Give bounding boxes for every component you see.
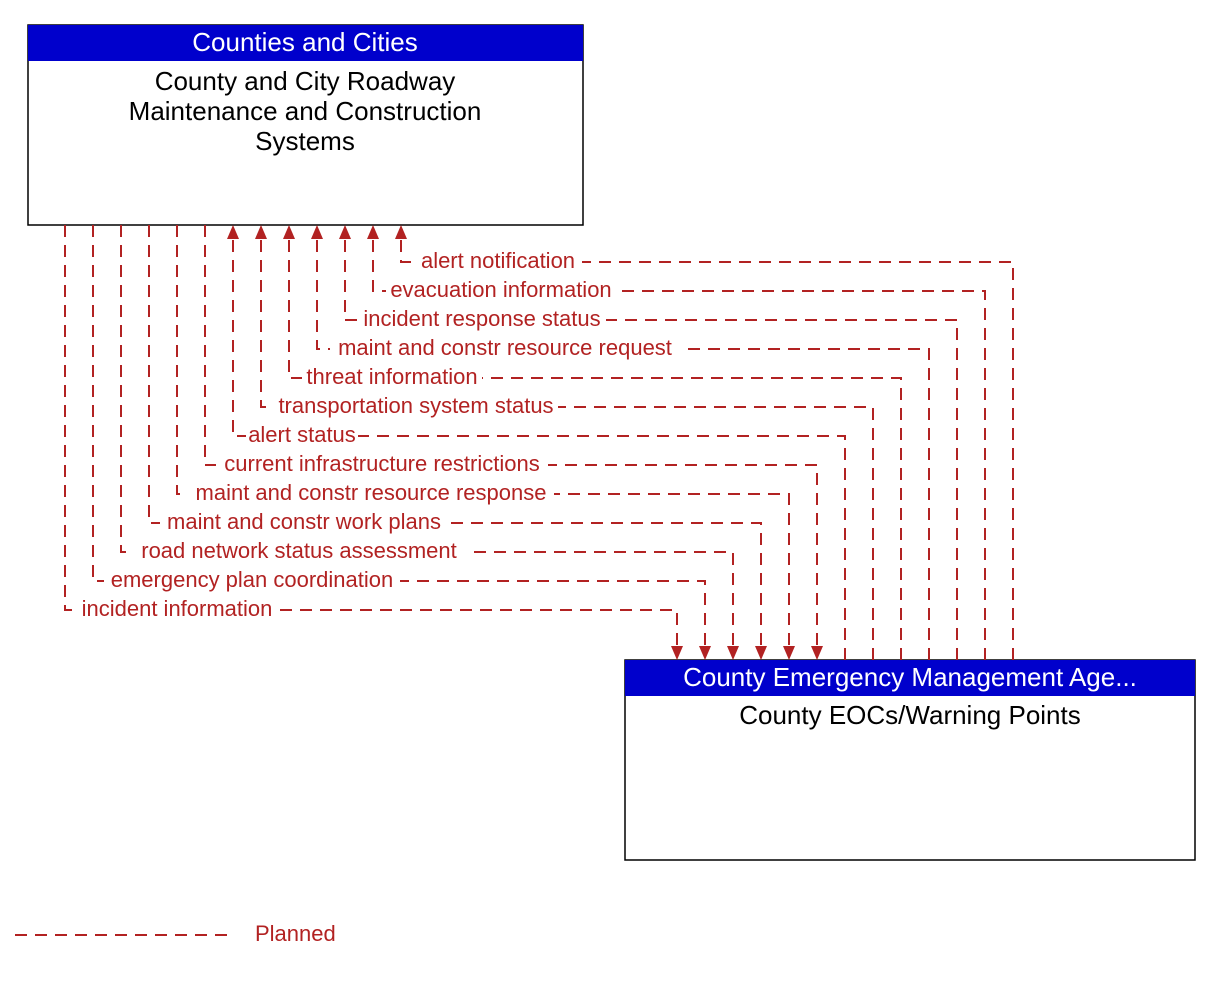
flow-label-maint-constr-resource-response: maint and constr resource response — [196, 480, 547, 505]
arrow-evacuation-information — [367, 225, 379, 239]
top-node: Counties and Cities County and City Road… — [28, 25, 583, 225]
arrow-emergency-plan-coordination — [699, 646, 711, 660]
top-node-body-line1: County and City Roadway — [155, 66, 456, 96]
flow-label-alert-status: alert status — [248, 422, 356, 447]
arrow-maint-constr-resource-response — [783, 646, 795, 660]
top-node-header-text: Counties and Cities — [192, 27, 417, 57]
flow-label-maint-constr-work-plans: maint and constr work plans — [167, 509, 441, 534]
flows: alert notification evacuation informatio… — [65, 225, 1013, 660]
flow-label-incident-information: incident information — [82, 596, 273, 621]
arrow-incident-information — [671, 646, 683, 660]
bottom-node: County Emergency Management Age... Count… — [625, 660, 1195, 860]
legend: Planned — [15, 921, 336, 946]
arrow-road-network-status — [727, 646, 739, 660]
arrow-maint-constr-resource-request — [311, 225, 323, 239]
arrow-alert-status — [227, 225, 239, 239]
flow-label-alert-notification: alert notification — [421, 248, 575, 273]
diagram-canvas: Counties and Cities County and City Road… — [0, 0, 1226, 996]
arrow-alert-notification — [395, 225, 407, 239]
top-node-body-line3: Systems — [255, 126, 355, 156]
bottom-node-header-text: County Emergency Management Age... — [683, 662, 1137, 692]
arrow-transportation-system-status — [255, 225, 267, 239]
arrow-incident-response-status — [339, 225, 351, 239]
bottom-node-body-line1: County EOCs/Warning Points — [739, 700, 1081, 730]
legend-label-planned: Planned — [255, 921, 336, 946]
flow-label-incident-response-status: incident response status — [363, 306, 600, 331]
flow-label-current-infra-restrictions: current infrastructure restrictions — [224, 451, 539, 476]
arrow-current-infra-restrictions — [811, 646, 823, 660]
flow-label-evacuation-information: evacuation information — [390, 277, 611, 302]
flow-label-threat-information: threat information — [306, 364, 477, 389]
flow-label-maint-constr-resource-request: maint and constr resource request — [338, 335, 672, 360]
flow-label-emergency-plan-coordination: emergency plan coordination — [111, 567, 394, 592]
flow-label-transportation-system-status: transportation system status — [278, 393, 553, 418]
top-node-body-line2: Maintenance and Construction — [129, 96, 482, 126]
arrow-threat-information — [283, 225, 295, 239]
flow-label-road-network-status: road network status assessment — [141, 538, 456, 563]
arrow-maint-constr-work-plans — [755, 646, 767, 660]
